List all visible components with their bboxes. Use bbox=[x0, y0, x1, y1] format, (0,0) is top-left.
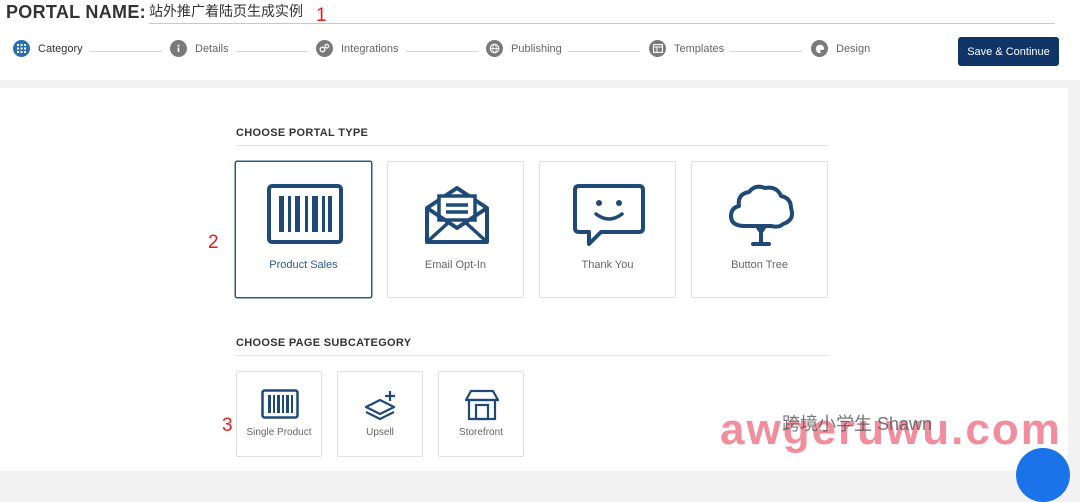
scrollbar[interactable] bbox=[1070, 88, 1078, 471]
card-label: Email Opt-In bbox=[424, 259, 487, 271]
section-divider bbox=[236, 145, 829, 146]
card-label: Thank You bbox=[581, 259, 634, 271]
step-connector bbox=[730, 51, 802, 52]
card-label: Upsell bbox=[366, 427, 394, 438]
annotation-number: 1 bbox=[316, 5, 327, 26]
envelope-icon bbox=[425, 186, 489, 244]
section-divider bbox=[236, 355, 829, 356]
grid-icon bbox=[13, 40, 30, 57]
header: PORTAL NAME: 站外推广着陆页生成实例 Category Detail… bbox=[0, 0, 1080, 80]
card-label: Single Product bbox=[246, 427, 312, 438]
step-label: Category bbox=[38, 42, 83, 55]
portal-type-email-opt-in[interactable]: Email Opt-In bbox=[387, 161, 524, 298]
barcode-icon bbox=[261, 389, 299, 419]
template-icon bbox=[649, 40, 666, 57]
step-details[interactable]: Details bbox=[170, 40, 229, 57]
palette-icon bbox=[811, 40, 828, 57]
card-label: Product Sales bbox=[269, 259, 338, 271]
portal-name-label: PORTAL NAME: bbox=[6, 2, 146, 22]
layers-plus-icon bbox=[364, 391, 396, 421]
step-publishing[interactable]: Publishing bbox=[486, 40, 562, 57]
info-icon bbox=[170, 40, 187, 57]
card-label: Button Tree bbox=[731, 259, 788, 271]
subcategory-upsell[interactable]: Upsell bbox=[337, 371, 423, 457]
step-label: Publishing bbox=[511, 42, 562, 55]
step-integrations[interactable]: Integrations bbox=[316, 40, 398, 57]
step-design[interactable]: Design bbox=[811, 40, 870, 57]
subcategory-single-product[interactable]: Single Product bbox=[236, 371, 322, 457]
smiley-chat-icon bbox=[573, 184, 645, 246]
portal-type-product-sales[interactable]: Product Sales bbox=[235, 161, 372, 298]
portal-type-title: CHOOSE PORTAL TYPE bbox=[236, 127, 369, 139]
portal-name-input[interactable]: 站外推广着陆页生成实例 bbox=[149, 1, 1055, 24]
portal-type-button-tree[interactable]: Button Tree bbox=[691, 161, 828, 298]
watermark-subtext: 跨境小学生 Shawn bbox=[782, 414, 933, 434]
chat-widget-button[interactable] bbox=[1016, 448, 1070, 502]
step-label: Integrations bbox=[341, 42, 399, 55]
step-connector bbox=[236, 51, 308, 52]
step-connector bbox=[568, 51, 640, 52]
annotation-number: 3 bbox=[222, 415, 233, 436]
annotation-number: 2 bbox=[208, 232, 219, 253]
store-icon bbox=[464, 389, 500, 421]
subcategory-title: CHOOSE PAGE SUBCATEGORY bbox=[236, 337, 412, 349]
portal-type-thank-you[interactable]: Thank You bbox=[539, 161, 676, 298]
step-connector bbox=[90, 51, 162, 52]
barcode-icon bbox=[267, 184, 343, 244]
card-label: Storefront bbox=[459, 427, 503, 438]
step-label: Design bbox=[836, 42, 871, 55]
gears-icon bbox=[316, 40, 333, 57]
progress-steps: Category Details Integrations Publishing… bbox=[0, 40, 950, 62]
step-templates[interactable]: Templates bbox=[649, 40, 724, 57]
step-label: Details bbox=[195, 42, 229, 55]
subcategory-storefront[interactable]: Storefront bbox=[438, 371, 524, 457]
globe-icon bbox=[486, 40, 503, 57]
step-connector bbox=[406, 51, 478, 52]
step-label: Templates bbox=[674, 42, 725, 55]
save-continue-button[interactable]: Save & Continue bbox=[958, 37, 1059, 66]
tree-icon bbox=[729, 184, 794, 246]
step-category[interactable]: Category bbox=[13, 40, 83, 57]
